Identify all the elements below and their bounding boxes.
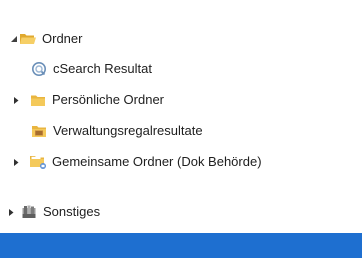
status-bar [0, 233, 362, 258]
tree-item-label: Persönliche Ordner [52, 92, 164, 107]
tree-item-persoenliche-ordner[interactable]: Persönliche Ordner [11, 89, 164, 111]
misc-icon [20, 204, 38, 220]
tree-item-verwaltungsregalresultate[interactable]: Verwaltungsregalresultate [30, 120, 203, 142]
search-folder-icon [30, 61, 48, 77]
tree-item-ordner[interactable]: Ordner [9, 28, 82, 50]
expand-arrow-icon[interactable] [6, 207, 16, 217]
tree-item-sonstiges[interactable]: Sonstiges [6, 201, 100, 223]
records-folder-icon [30, 123, 48, 139]
expand-arrow-icon[interactable] [11, 157, 21, 167]
collapse-arrow-icon[interactable] [9, 34, 19, 44]
folder-tree-panel: Ordner cSearch Resultat Persönliche Ordn… [0, 0, 362, 258]
tree-item-label: Ordner [42, 31, 83, 46]
tree-item-csearch-resultat[interactable]: cSearch Resultat [30, 58, 152, 80]
tree-item-label: Gemeinsame Ordner (Dok Behörde) [52, 154, 262, 169]
tree-item-label: cSearch Resultat [53, 61, 152, 76]
tree-item-label: Verwaltungsregalresultate [53, 123, 203, 138]
expand-arrow-icon[interactable] [11, 95, 21, 105]
tree-item-gemeinsame-ordner[interactable]: Gemeinsame Ordner (Dok Behörde) [11, 151, 262, 173]
tree-item-label: Sonstiges [43, 204, 101, 219]
shared-folder-icon [29, 154, 47, 170]
folder-open-icon [19, 31, 37, 47]
folder-icon [29, 92, 47, 108]
